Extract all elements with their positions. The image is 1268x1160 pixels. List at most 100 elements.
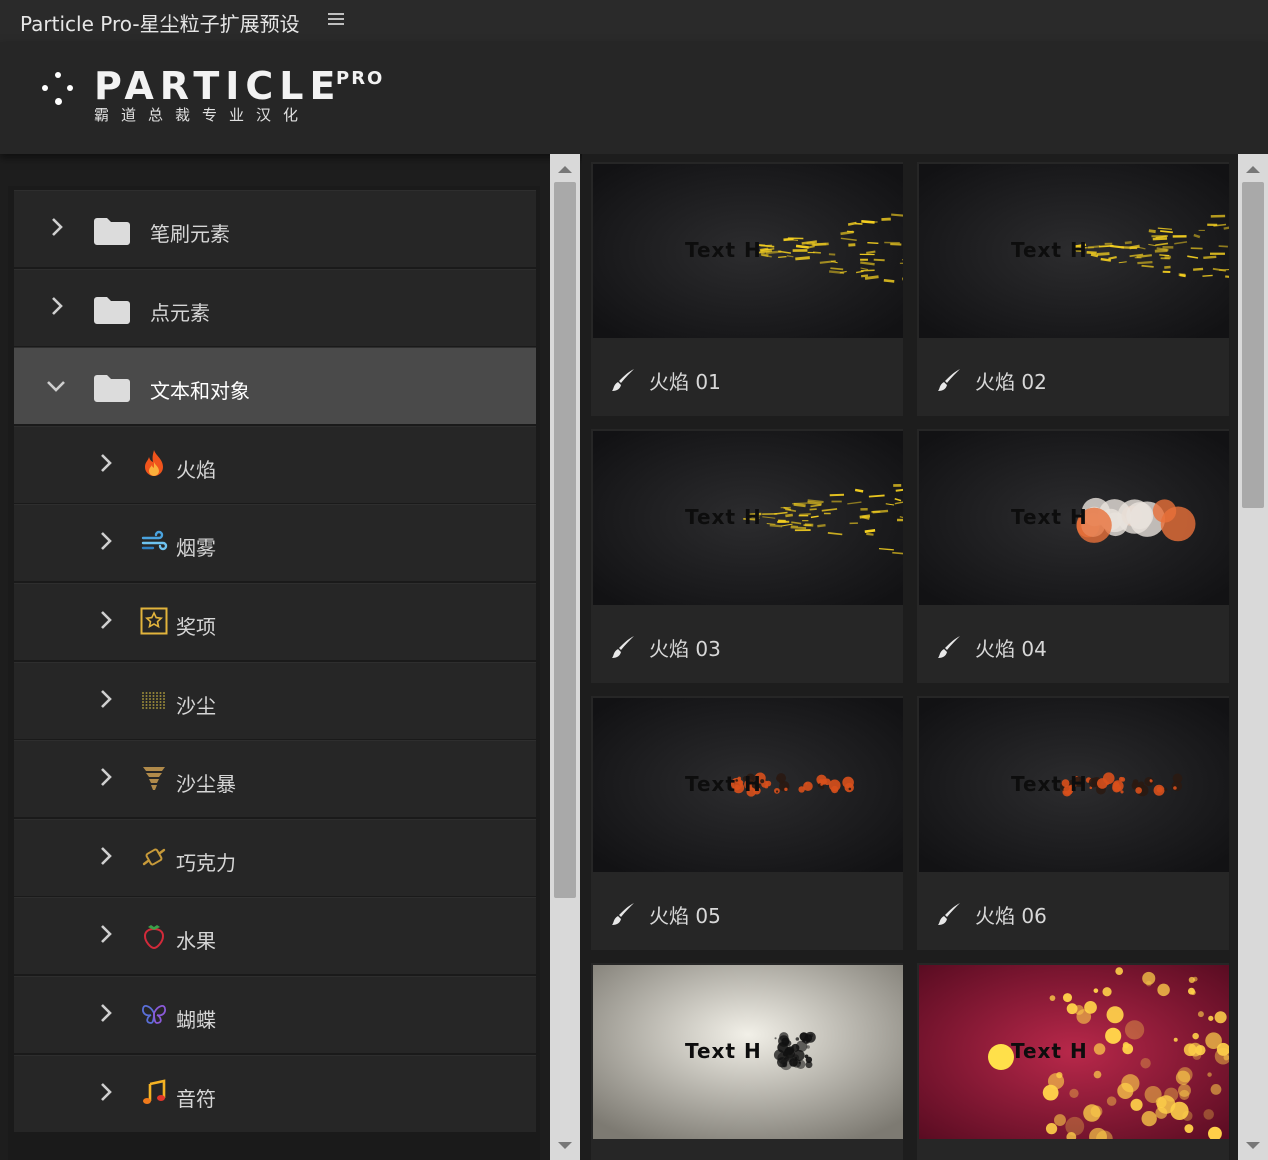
tree-item[interactable]: 音符 bbox=[14, 1054, 536, 1132]
chevron-down-icon[interactable] bbox=[46, 378, 65, 398]
preset-label: 火焰 05 bbox=[649, 904, 721, 928]
chevron-right-icon[interactable] bbox=[99, 1082, 113, 1102]
window-title: Particle Pro-星尘粒子扩展预设 bbox=[20, 12, 300, 36]
preset-thumbnail[interactable]: Text H bbox=[593, 164, 903, 338]
scrollbar-thumb[interactable] bbox=[1242, 182, 1264, 508]
tree-item-label: 火焰 bbox=[176, 457, 216, 482]
preset-thumbnail[interactable]: Text H bbox=[919, 965, 1229, 1139]
category-tree: 笔刷元素点元素文本和对象火焰烟雾奖项沙尘沙尘暴巧克力水果蝴蝶音符 bbox=[8, 186, 540, 1160]
title-bar: Particle Pro-星尘粒子扩展预设 bbox=[0, 0, 1268, 42]
preset-card[interactable]: Text H 火焰 04 bbox=[917, 429, 1229, 683]
scrollbar-thumb[interactable] bbox=[554, 182, 576, 898]
music-note-icon bbox=[140, 1078, 168, 1108]
preset-card[interactable]: Text H 火焰 01 bbox=[591, 162, 903, 416]
chevron-right-icon[interactable] bbox=[99, 846, 113, 866]
scroll-up-arrow-icon[interactable] bbox=[558, 166, 572, 173]
preset-thumbnail[interactable]: Text H bbox=[593, 965, 903, 1139]
preset-thumbnail[interactable]: Text H bbox=[919, 431, 1229, 605]
chevron-right-icon[interactable] bbox=[50, 296, 64, 316]
brush-icon bbox=[935, 900, 963, 928]
thumbnail-text: Text H bbox=[685, 238, 762, 262]
logo-wordmark: PARTICLE bbox=[94, 64, 342, 108]
preset-card[interactable]: Text H 火焰 06 bbox=[917, 696, 1229, 950]
tree-item-label: 水果 bbox=[176, 929, 216, 954]
candy-icon bbox=[140, 842, 168, 872]
preset-card[interactable]: Text H bbox=[917, 963, 1229, 1160]
preset-label: 火焰 04 bbox=[975, 637, 1047, 661]
folder-icon bbox=[94, 374, 130, 403]
tree-item-label: 奖项 bbox=[176, 615, 216, 639]
preset-card[interactable]: Text H 火焰 03 bbox=[591, 429, 903, 683]
brush-icon bbox=[935, 366, 963, 394]
header: PARTICLE PRO 霸道总裁专业汉化 bbox=[0, 42, 1268, 154]
preset-thumbnail[interactable]: Text H bbox=[919, 164, 1229, 338]
chevron-right-icon[interactable] bbox=[50, 217, 64, 237]
folder-icon bbox=[94, 217, 130, 245]
preset-thumbnail[interactable]: Text H bbox=[593, 431, 903, 605]
scroll-down-arrow-icon[interactable] bbox=[1246, 1142, 1260, 1149]
brush-icon bbox=[609, 633, 637, 661]
tree-item[interactable]: 沙尘暴 bbox=[14, 740, 536, 818]
thumbnail-text: Text H bbox=[1011, 772, 1088, 796]
preset-thumbnail[interactable]: Text H bbox=[593, 698, 903, 872]
tree-item[interactable]: 奖项 bbox=[14, 583, 536, 660]
tree-item[interactable]: 点元素 bbox=[14, 268, 536, 346]
chevron-right-icon[interactable] bbox=[99, 767, 113, 787]
chevron-right-icon[interactable] bbox=[99, 924, 113, 944]
chevron-right-icon[interactable] bbox=[99, 531, 113, 551]
preset-label: 火焰 01 bbox=[649, 370, 721, 394]
tree-item[interactable]: 巧克力 bbox=[14, 818, 536, 896]
tree-scrollbar[interactable] bbox=[550, 154, 580, 1160]
folder-icon bbox=[94, 296, 130, 324]
preset-grid: Text H 火焰 01 Text H 火焰 02 Text H 火焰 03 Text H 火… bbox=[582, 154, 1238, 1160]
tree-item[interactable]: 沙尘 bbox=[14, 661, 536, 739]
thumbnail-text: Text H bbox=[1011, 505, 1088, 529]
thumbnail-text: Text H bbox=[1011, 1039, 1088, 1063]
tree-item[interactable]: 笔刷元素 bbox=[14, 190, 536, 267]
preset-card[interactable]: Text H 火焰 02 bbox=[917, 162, 1229, 416]
tree-item[interactable]: 水果 bbox=[14, 897, 536, 975]
star-award-icon bbox=[140, 606, 168, 636]
preset-card[interactable]: Text H bbox=[591, 963, 903, 1160]
tree-item[interactable]: 文本和对象 bbox=[14, 347, 536, 425]
tree-item-label: 巧克力 bbox=[176, 850, 236, 875]
scroll-down-arrow-icon[interactable] bbox=[558, 1142, 572, 1149]
hamburger-menu-icon[interactable] bbox=[328, 10, 344, 28]
chevron-right-icon[interactable] bbox=[99, 453, 113, 473]
flame-icon bbox=[140, 449, 168, 479]
tree-item[interactable]: 蝴蝶 bbox=[14, 976, 536, 1053]
preset-label: 火焰 03 bbox=[649, 637, 721, 661]
tornado-icon bbox=[140, 763, 168, 793]
logo-pro-badge: PRO bbox=[336, 68, 385, 89]
tree-item-label: 烟雾 bbox=[176, 536, 216, 561]
preset-card[interactable]: Text H 火焰 05 bbox=[591, 696, 903, 950]
chevron-right-icon[interactable] bbox=[99, 689, 113, 709]
chevron-right-icon[interactable] bbox=[99, 610, 113, 630]
tree-item-label: 沙尘 bbox=[176, 693, 216, 718]
tree-item-label: 点元素 bbox=[150, 300, 210, 325]
thumbnail-text: Text H bbox=[685, 772, 762, 796]
tree-item[interactable]: 烟雾 bbox=[14, 504, 536, 582]
tree-item-label: 沙尘暴 bbox=[176, 772, 236, 797]
brush-icon bbox=[609, 900, 637, 928]
thumbnail-text: Text H bbox=[685, 1039, 762, 1063]
preset-thumbnail[interactable]: Text H bbox=[919, 698, 1229, 872]
butterfly-icon bbox=[140, 999, 168, 1029]
brush-icon bbox=[935, 633, 963, 661]
logo-subtitle: 霸道总裁专业汉化 bbox=[94, 106, 311, 124]
preset-scrollbar[interactable] bbox=[1238, 154, 1268, 1160]
tree-item[interactable]: 火焰 bbox=[14, 425, 536, 503]
tree-item-label: 蝴蝶 bbox=[176, 1008, 216, 1032]
chevron-right-icon[interactable] bbox=[99, 1003, 113, 1023]
tree-item-label: 文本和对象 bbox=[150, 379, 250, 404]
tree-item-label: 笔刷元素 bbox=[150, 222, 230, 246]
scroll-up-arrow-icon[interactable] bbox=[1246, 166, 1260, 173]
wind-icon bbox=[140, 527, 168, 557]
preset-label: 火焰 06 bbox=[975, 904, 1047, 928]
tree-item-label: 音符 bbox=[176, 1086, 216, 1111]
preset-label: 火焰 02 bbox=[975, 370, 1047, 394]
particle-logo-icon bbox=[42, 72, 74, 105]
thumbnail-text: Text H bbox=[1011, 238, 1088, 262]
brush-icon bbox=[609, 366, 637, 394]
thumbnail-text: Text H bbox=[685, 505, 762, 529]
